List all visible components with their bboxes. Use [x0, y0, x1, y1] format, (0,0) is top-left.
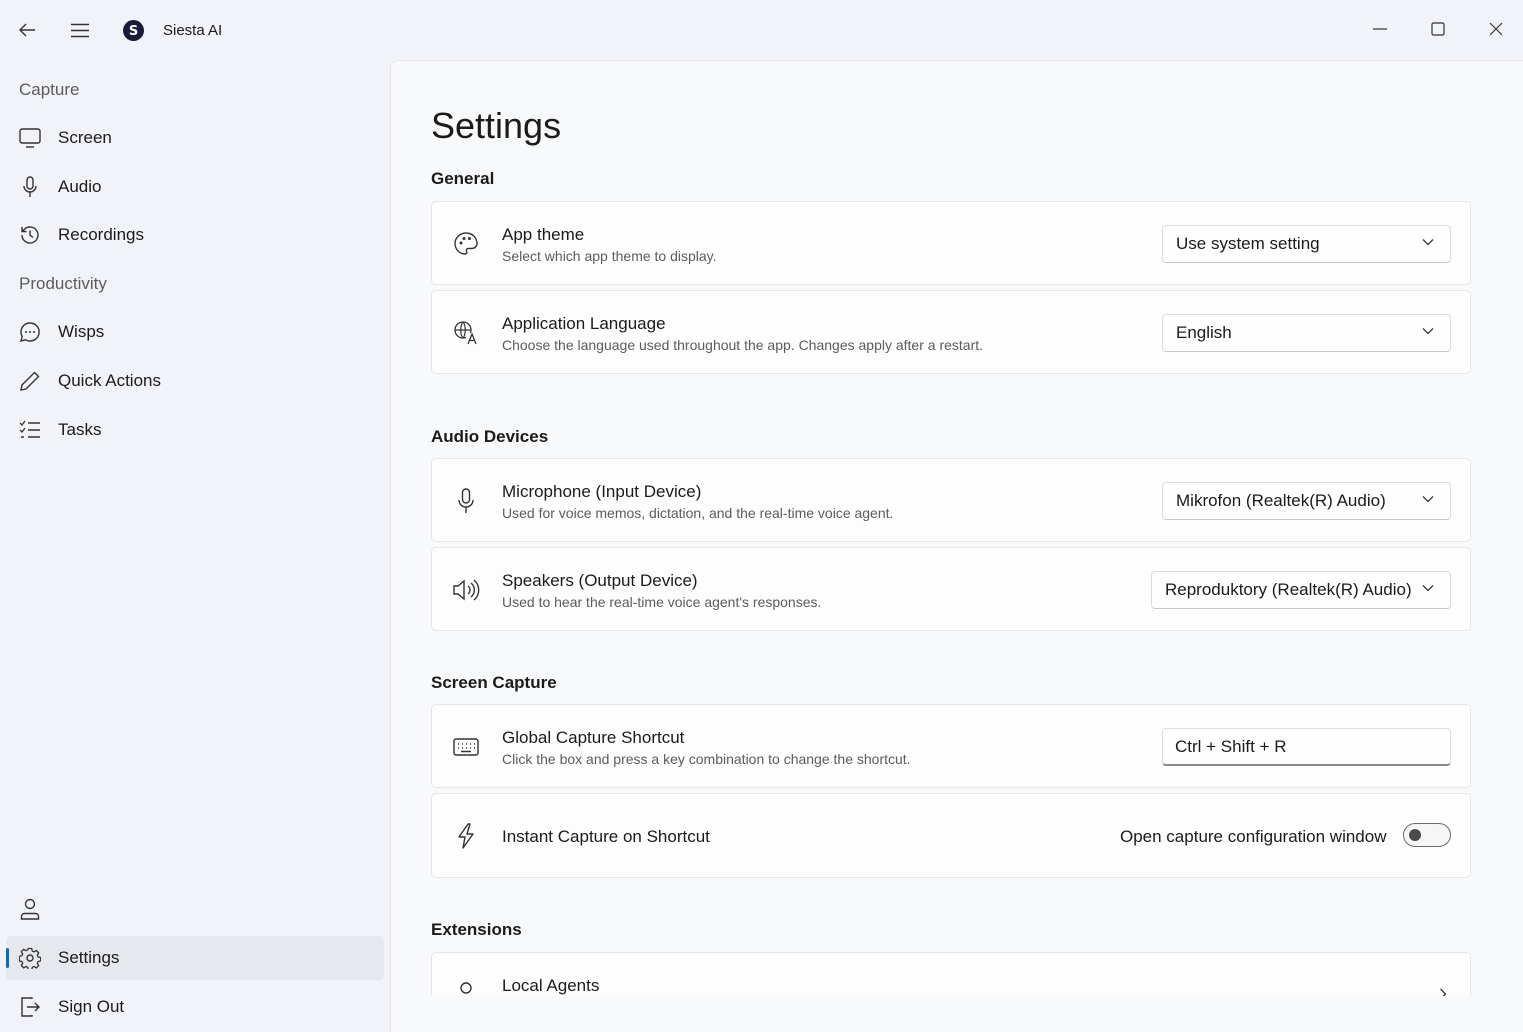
person-icon — [20, 898, 40, 920]
language-title: Application Language — [502, 314, 666, 333]
chevron-down-icon — [1422, 328, 1434, 335]
sidebar-item-label: Screen — [58, 128, 112, 147]
chevron-down-icon — [1422, 239, 1434, 246]
sidebar-item-quick-actions[interactable]: Quick Actions — [6, 359, 384, 403]
sidebar: Capture Screen Audio Recordings Producti… — [0, 60, 390, 1032]
chat-bubble-icon — [20, 322, 40, 342]
local-agents-title: Local Agents — [502, 976, 600, 995]
instant-capture-card: Instant Capture on Shortcut Open capture… — [431, 793, 1471, 878]
sidebar-header-productivity: Productivity — [19, 274, 107, 293]
monitor-icon — [19, 128, 41, 148]
microphone-value: Mikrofon (Realtek(R) Audio) — [1176, 491, 1386, 510]
language-card: Application Language Choose the language… — [431, 290, 1471, 374]
section-title-screen-capture: Screen Capture — [431, 673, 557, 692]
sidebar-header-capture: Capture — [19, 80, 80, 99]
gear-icon — [19, 947, 41, 969]
minimize-icon — [1373, 28, 1387, 30]
lightning-icon — [458, 823, 474, 849]
app-theme-card: App theme Select which app theme to disp… — [431, 201, 1471, 285]
speakers-description: Used to hear the real-time voice agent's… — [502, 594, 822, 610]
sidebar-item-wisps[interactable]: Wisps — [6, 310, 384, 354]
maximize-icon — [1431, 22, 1445, 36]
back-button[interactable] — [10, 14, 44, 46]
hamburger-menu-button[interactable] — [62, 14, 98, 46]
microphone-dropdown[interactable]: Mikrofon (Realtek(R) Audio) — [1162, 482, 1451, 520]
microphone-description: Used for voice memos, dictation, and the… — [502, 505, 894, 521]
hamburger-icon — [71, 23, 89, 37]
sidebar-item-label: Settings — [58, 948, 120, 967]
app-title: Siesta AI — [163, 22, 223, 39]
arrow-left-icon — [19, 23, 35, 37]
language-icon — [454, 321, 478, 345]
pencil-icon — [20, 371, 40, 391]
language-dropdown[interactable]: English — [1162, 314, 1451, 352]
shortcut-card: Global Capture Shortcut Click the box an… — [431, 704, 1471, 788]
sidebar-item-account[interactable] — [6, 887, 384, 931]
chevron-down-icon — [1422, 496, 1434, 503]
microphone-icon — [23, 176, 37, 197]
speakers-card: Speakers (Output Device) Used to hear th… — [431, 547, 1471, 631]
app-theme-description: Select which app theme to display. — [502, 248, 717, 264]
language-description: Choose the language used throughout the … — [502, 337, 984, 353]
scroll-clip — [391, 996, 1523, 1032]
sidebar-item-label: Sign Out — [58, 997, 125, 1016]
chevron-down-icon — [1422, 585, 1434, 592]
close-button[interactable] — [1474, 12, 1518, 46]
speakers-dropdown[interactable]: Reproduktory (Realtek(R) Audio) — [1151, 571, 1451, 609]
task-list-icon — [19, 420, 40, 438]
sidebar-item-recordings[interactable]: Recordings — [6, 213, 384, 257]
sign-out-icon — [21, 997, 40, 1017]
app-logo: S — [123, 20, 144, 41]
sidebar-item-screen[interactable]: Screen — [6, 116, 384, 160]
shortcut-description: Click the box and press a key combinatio… — [502, 751, 911, 767]
speakers-title: Speakers (Output Device) — [502, 571, 698, 590]
sidebar-item-label: Quick Actions — [58, 371, 161, 390]
sidebar-item-tasks[interactable]: Tasks — [6, 408, 384, 452]
app-theme-value: Use system setting — [1176, 234, 1320, 253]
speakers-value: Reproduktory (Realtek(R) Audio) — [1165, 580, 1412, 599]
toggle-knob — [1409, 829, 1421, 841]
shortcut-input[interactable]: Ctrl + Shift + R — [1162, 728, 1451, 766]
page-title: Settings — [431, 105, 562, 146]
sidebar-item-sign-out[interactable]: Sign Out — [6, 985, 384, 1029]
instant-capture-toggle-label: Open capture configuration window — [1120, 827, 1387, 846]
section-title-extensions: Extensions — [431, 920, 522, 939]
sidebar-item-settings[interactable]: Settings — [6, 936, 384, 980]
siesta-logo-icon: S — [123, 20, 144, 41]
language-value: English — [1176, 323, 1232, 342]
sidebar-item-audio[interactable]: Audio — [6, 165, 384, 209]
app-theme-title: App theme — [502, 225, 585, 244]
instant-capture-title: Instant Capture on Shortcut — [502, 827, 710, 846]
app-theme-dropdown[interactable]: Use system setting — [1162, 225, 1451, 263]
microphone-title: Microphone (Input Device) — [502, 482, 702, 501]
sidebar-item-label: Tasks — [58, 420, 102, 439]
speaker-icon — [453, 579, 480, 601]
sidebar-item-label: Recordings — [58, 225, 144, 244]
settings-content: Settings General App theme Select which … — [390, 60, 1523, 1032]
title-bar: S Siesta AI — [0, 0, 1523, 60]
sidebar-item-label: Audio — [58, 177, 102, 196]
close-icon — [1489, 22, 1503, 36]
shortcut-title: Global Capture Shortcut — [502, 728, 685, 747]
instant-capture-toggle[interactable] — [1403, 823, 1451, 847]
history-icon — [21, 226, 39, 244]
sidebar-item-label: Wisps — [58, 322, 105, 341]
section-title-general: General — [431, 169, 495, 188]
minimize-button[interactable] — [1358, 12, 1402, 46]
microphone-card: Microphone (Input Device) Used for voice… — [431, 458, 1471, 542]
svg-text:S: S — [129, 24, 138, 39]
maximize-button[interactable] — [1416, 12, 1460, 46]
section-title-audio-devices: Audio Devices — [431, 427, 549, 446]
keyboard-icon — [453, 738, 479, 756]
palette-icon — [454, 232, 478, 255]
microphone-icon — [458, 488, 474, 513]
